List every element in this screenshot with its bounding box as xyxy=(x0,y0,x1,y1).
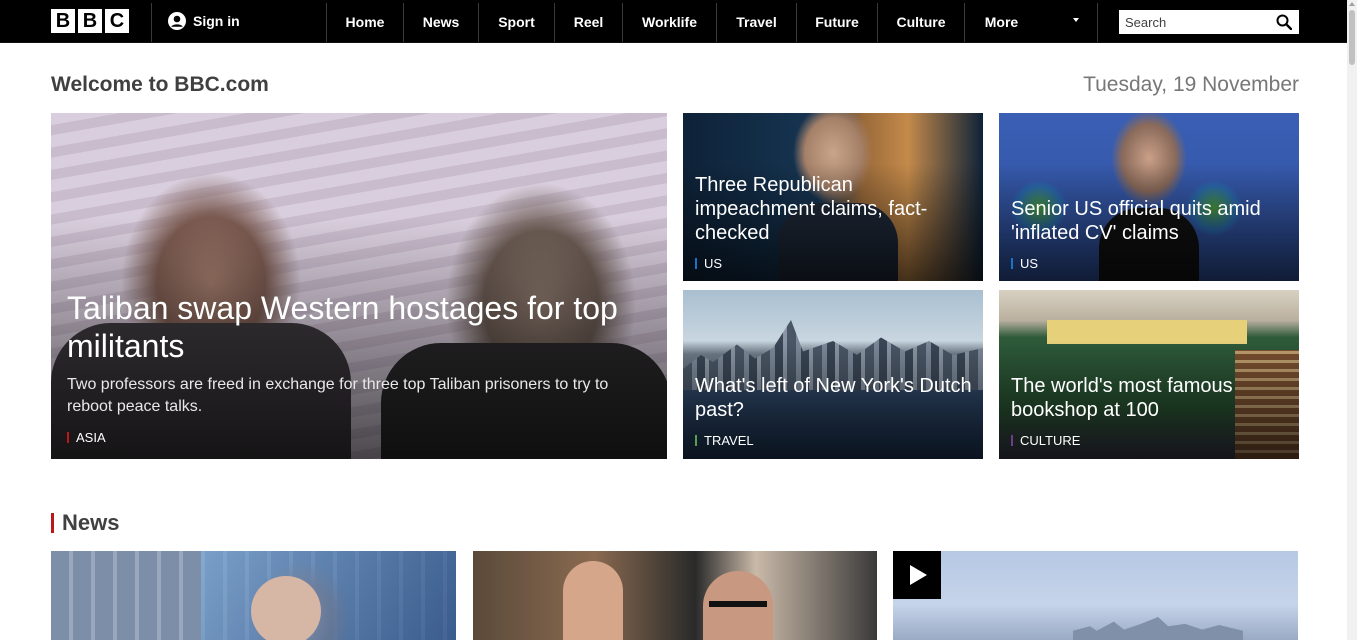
nav-divider xyxy=(151,3,152,42)
user-circle-icon xyxy=(168,12,186,30)
nav-sport[interactable]: Sport xyxy=(479,3,554,42)
scrollbar-thumb[interactable] xyxy=(1349,10,1355,65)
hero-summary: Two professors are freed in exchange for… xyxy=(67,376,609,415)
nav-more[interactable]: More xyxy=(965,3,1038,42)
nav-future[interactable]: Future xyxy=(797,3,877,42)
nav-worklife[interactable]: Worklife xyxy=(623,3,716,42)
news-image-skyline xyxy=(1073,617,1243,640)
nav-divider xyxy=(1097,3,1098,42)
logo-letter-b1: B xyxy=(51,9,75,33)
logo-letter-b2: B xyxy=(78,9,102,33)
story-headline[interactable]: Senior US official quits amid 'inflated … xyxy=(1011,197,1291,245)
news-card-3-video[interactable] xyxy=(893,551,1298,640)
nav-home[interactable]: Home xyxy=(327,3,403,42)
nav-culture[interactable]: Culture xyxy=(878,3,964,42)
bbc-logo[interactable]: B B C xyxy=(51,9,129,33)
search-input[interactable] xyxy=(1119,10,1281,34)
news-card-2[interactable] xyxy=(473,551,877,640)
story-card-impeachment[interactable]: Three Republican impeachment claims, fac… xyxy=(683,113,983,281)
news-image-figure xyxy=(251,576,321,640)
story-section-tag[interactable]: US xyxy=(1011,256,1038,271)
news-image-detail xyxy=(709,601,767,607)
logo-letter-c: C xyxy=(105,9,129,33)
page-scrollbar[interactable] xyxy=(1347,0,1357,640)
nav-travel[interactable]: Travel xyxy=(717,3,796,42)
sign-in-label: Sign in xyxy=(193,13,240,29)
story-section-tag[interactable]: US xyxy=(695,256,722,271)
story-headline[interactable]: The world's most famous bookshop at 100 xyxy=(1011,374,1291,422)
play-icon xyxy=(910,565,927,585)
story-headline[interactable]: Three Republican impeachment claims, fac… xyxy=(695,173,975,245)
chevron-down-icon[interactable] xyxy=(1072,16,1080,24)
story-section-tag[interactable]: CULTURE xyxy=(1011,433,1080,448)
story-headline[interactable]: What's left of New York's Dutch past? xyxy=(695,374,975,422)
nav-news[interactable]: News xyxy=(404,3,478,42)
story-card-bookshop[interactable]: The world's most famous bookshop at 100 … xyxy=(999,290,1299,459)
story-card-new-york[interactable]: What's left of New York's Dutch past? TR… xyxy=(683,290,983,459)
hero-headline[interactable]: Taliban swap Western hostages for top mi… xyxy=(67,289,647,365)
search-box xyxy=(1119,10,1299,34)
search-icon[interactable] xyxy=(1276,14,1292,30)
hero-story-card[interactable]: Taliban swap Western hostages for top mi… xyxy=(51,113,667,459)
news-card-1[interactable] xyxy=(51,551,456,640)
nav-reel[interactable]: Reel xyxy=(555,3,622,42)
news-image-backdrop xyxy=(201,551,456,640)
story-section-tag[interactable]: TRAVEL xyxy=(695,433,754,448)
section-heading-news[interactable]: News xyxy=(51,510,119,536)
page-title: Welcome to BBC.com xyxy=(51,73,269,96)
sign-in-link[interactable]: Sign in xyxy=(168,12,240,30)
top-navigation-bar: B B C Sign in Home News Sport Reel Workl… xyxy=(0,0,1347,43)
news-image-figure xyxy=(563,561,623,640)
current-date: Tuesday, 19 November xyxy=(1083,73,1299,96)
story-card-official-quits[interactable]: Senior US official quits amid 'inflated … xyxy=(999,113,1299,281)
hero-section-tag[interactable]: ASIA xyxy=(67,430,106,445)
play-video-button[interactable] xyxy=(893,551,941,599)
scroll-up-arrow-icon[interactable] xyxy=(1349,2,1355,6)
